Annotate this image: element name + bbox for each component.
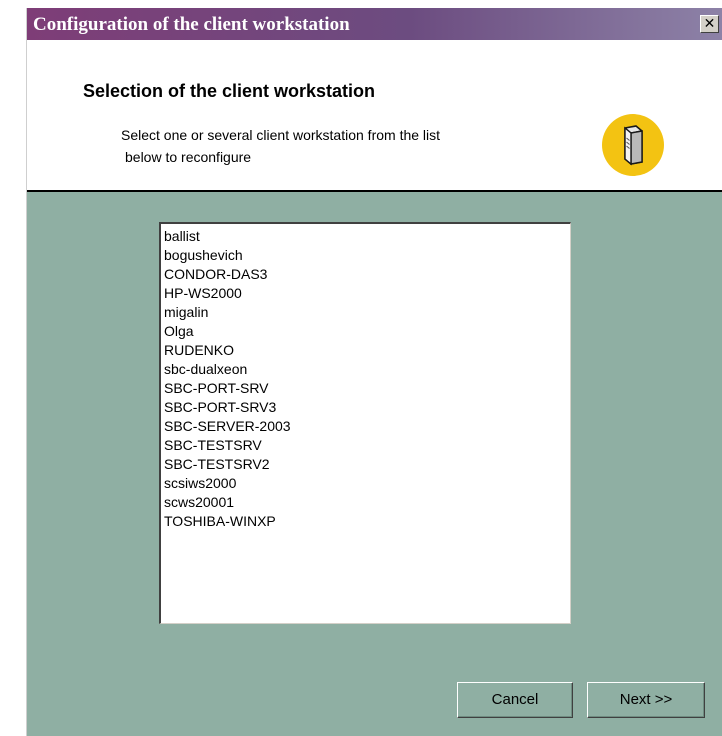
step-description: Select one or several client workstation…	[121, 124, 561, 168]
cancel-button[interactable]: Cancel	[457, 682, 573, 718]
server-icon-graphic	[624, 125, 643, 166]
header-panel: Selection of the client workstation Sele…	[27, 40, 722, 190]
step-title: Selection of the client workstation	[83, 81, 376, 101]
close-icon: ✕	[703, 16, 716, 32]
workstation-item[interactable]: Olga	[164, 322, 570, 341]
workstation-item[interactable]: SBC-PORT-SRV	[164, 379, 570, 398]
workstation-item[interactable]: SBC-SERVER-2003	[164, 417, 570, 436]
close-button[interactable]: ✕	[700, 15, 719, 33]
workstation-item[interactable]: SBC-TESTSRV	[164, 436, 570, 455]
workstation-item[interactable]: scws20001	[164, 493, 570, 512]
next-button[interactable]: Next >>	[587, 682, 705, 718]
workstation-item[interactable]: RUDENKO	[164, 341, 570, 360]
step-description-line1: Select one or several client workstation…	[121, 127, 441, 143]
workstation-item[interactable]: scsiws2000	[164, 474, 570, 493]
workstation-list[interactable]: ballist bogushevich CONDOR-DAS3 HP-WS200…	[159, 222, 571, 624]
workstation-item[interactable]: bogushevich	[164, 246, 570, 265]
header-separator	[27, 190, 722, 192]
workstation-item[interactable]: SBC-PORT-SRV3	[164, 398, 570, 417]
title-bar[interactable]: Configuration of the client workstation …	[27, 8, 722, 40]
workstation-item[interactable]: sbc-dualxeon	[164, 360, 570, 379]
dialog-window: Configuration of the client workstation …	[26, 8, 722, 736]
server-icon	[602, 114, 664, 176]
workstation-item[interactable]: CONDOR-DAS3	[164, 265, 570, 284]
workstation-item[interactable]: SBC-TESTSRV2	[164, 455, 570, 474]
workstation-item[interactable]: ballist	[164, 227, 570, 246]
workstation-item[interactable]: TOSHIBA-WINXP	[164, 512, 570, 531]
step-description-line2: below to reconfigure	[125, 149, 252, 165]
window-title: Configuration of the client workstation	[33, 14, 350, 35]
workstation-item[interactable]: migalin	[164, 303, 570, 322]
workstation-item[interactable]: HP-WS2000	[164, 284, 570, 303]
